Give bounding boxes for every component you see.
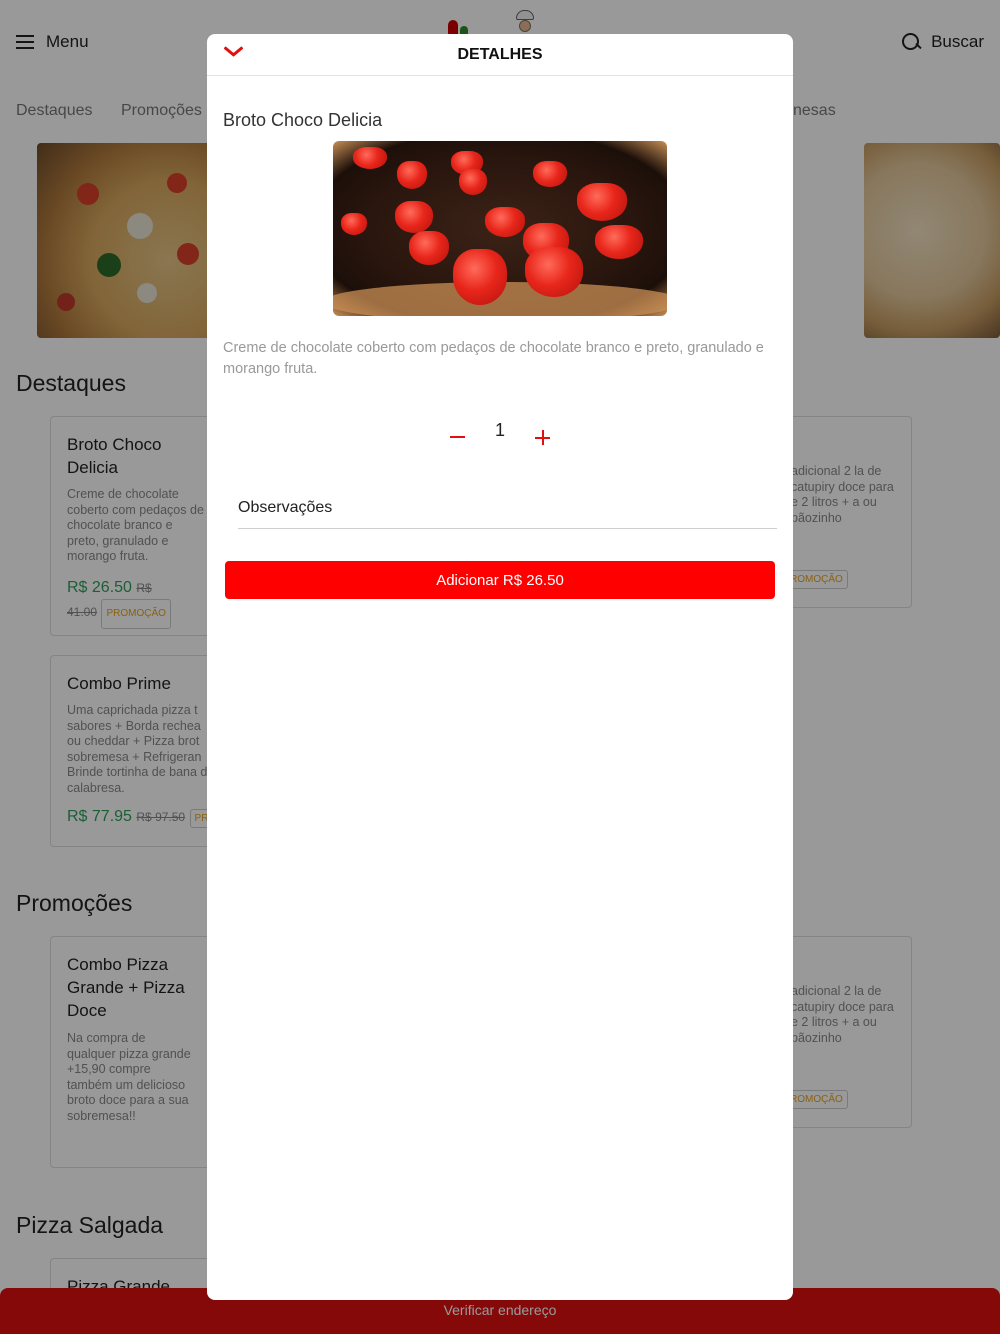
add-to-cart-button[interactable]: Adicionar R$ 26.50 <box>225 561 775 599</box>
observations-field[interactable] <box>238 488 777 529</box>
product-image <box>333 141 667 316</box>
quantity-value: 1 <box>494 420 505 440</box>
modal-header: DETALHES <box>207 34 793 76</box>
minus-icon[interactable] <box>450 422 466 444</box>
plus-icon[interactable] <box>535 422 551 445</box>
product-details-modal: DETALHES Broto Choco Delicia Creme de ch… <box>207 34 793 1300</box>
product-name: Broto Choco Delicia <box>223 110 383 130</box>
quantity-stepper: 1 <box>207 418 793 448</box>
modal-title: DETALHES <box>457 46 543 63</box>
product-description: Creme de chocolate coberto com pedaços d… <box>223 340 764 377</box>
